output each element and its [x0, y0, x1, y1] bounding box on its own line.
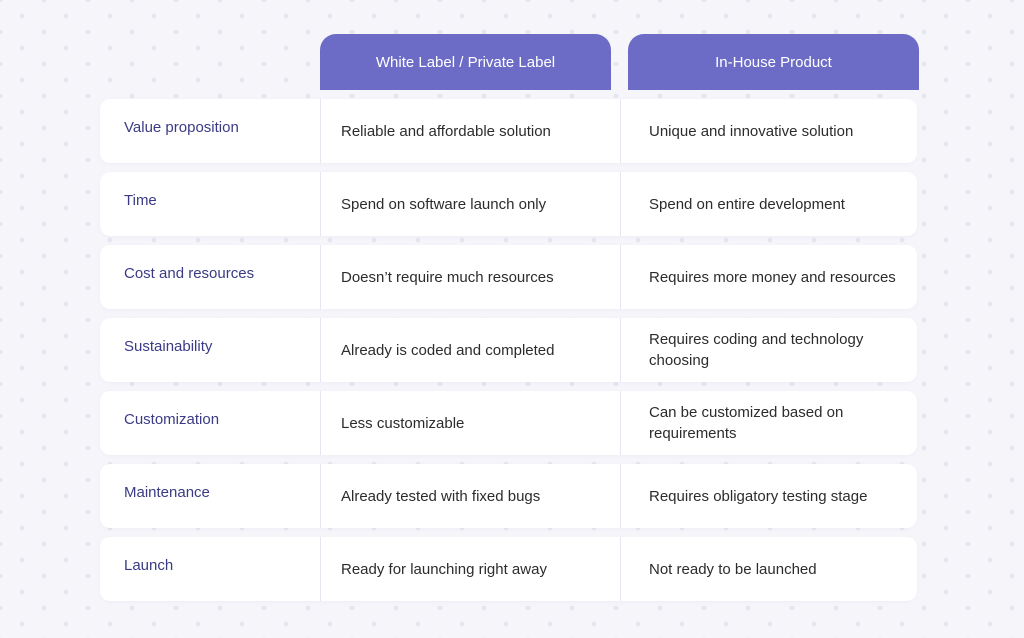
white-label-value: Reliable and affordable solution — [320, 99, 620, 163]
white-label-value: Ready for launching right away — [320, 537, 620, 601]
in-house-value: Not ready to be launched — [620, 537, 917, 601]
in-house-value: Unique and innovative solution — [620, 99, 917, 163]
white-label-value: Doesn’t require much resources — [320, 245, 620, 309]
table-row: Cost and resources Doesn’t require much … — [100, 245, 917, 309]
table-row: Maintenance Already tested with fixed bu… — [100, 464, 917, 528]
row-label: Launch — [124, 557, 174, 574]
in-house-value: Spend on entire development — [620, 172, 917, 236]
row-label: Customization — [124, 411, 220, 428]
white-label-value: Less customizable — [320, 391, 620, 455]
in-house-value: Can be customized based on requirements — [620, 391, 917, 455]
white-label-value: Spend on software launch only — [320, 172, 620, 236]
row-label: Value proposition — [124, 119, 239, 136]
white-label-value: Already tested with fixed bugs — [320, 464, 620, 528]
table-row: Time Spend on software launch only Spend… — [100, 172, 917, 236]
table-row: Customization Less customizable Can be c… — [100, 391, 917, 455]
row-label: Maintenance — [124, 484, 210, 501]
table-row: Sustainability Already is coded and comp… — [100, 318, 917, 382]
table-row: Launch Ready for launching right away No… — [100, 537, 917, 601]
row-label: Time — [124, 192, 157, 209]
in-house-value: Requires coding and technology choosing — [620, 318, 917, 382]
white-label-value: Already is coded and completed — [320, 318, 620, 382]
table-row: Value proposition Reliable and affordabl… — [100, 99, 917, 163]
in-house-value: Requires obligatory testing stage — [620, 464, 917, 528]
row-label: Cost and resources — [124, 265, 255, 282]
column-header-in-house: In-House Product — [628, 34, 919, 90]
in-house-value: Requires more money and resources — [620, 245, 917, 309]
row-label: Sustainability — [124, 338, 213, 355]
column-header-white-label: White Label / Private Label — [320, 34, 611, 90]
